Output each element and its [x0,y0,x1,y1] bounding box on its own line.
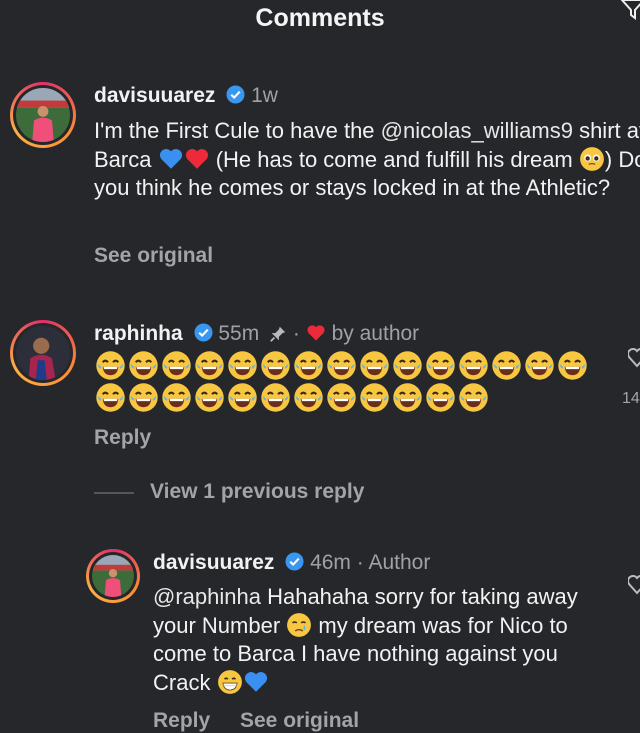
laughing-tears-emoji [161,382,192,413]
verified-badge-icon [226,85,245,104]
laughing-tears-emoji [458,350,489,381]
profile-photo [92,555,134,597]
comment-text: I'm the First Cule to have the @nicolas_… [94,118,640,200]
laughing-tears-emoji [392,350,423,381]
laughing-tears-emoji [260,382,291,413]
heart-outline-icon[interactable] [628,346,640,368]
heart-outline-icon[interactable] [628,573,640,595]
laughing-tears-emoji [227,350,258,381]
laughing-tears-emoji [392,382,423,413]
laughing-tears-emoji [293,350,324,381]
red-heart-emoji [184,146,210,172]
laughing-tears-emoji [161,350,192,381]
laughing-tears-emoji [425,382,456,413]
filter-icon[interactable] [620,0,640,20]
avatar[interactable] [10,320,76,386]
comment-timestamp: 1w [251,84,278,107]
see-original-button[interactable]: See original [240,709,359,733]
reply-button[interactable]: Reply [94,426,151,450]
username[interactable]: davisuuarez [153,551,274,574]
comment-timestamp: 46m [310,551,351,574]
laughing-tears-emoji [128,350,159,381]
crying-face-emoji [286,612,312,638]
like-count: 14 [622,390,640,407]
liked-by-author-label: by author [331,322,420,345]
mention-link[interactable]: @raphinha [153,584,261,609]
verified-badge-icon [194,323,213,342]
laughing-tears-emoji [326,382,357,413]
laughing-tears-emoji [293,382,324,413]
username[interactable]: raphinha [94,322,183,345]
pleading-face-emoji [579,146,605,172]
laughing-tears-emoji [326,350,357,381]
laughing-tears-emoji [425,350,456,381]
red-heart-icon [307,325,325,341]
comments-header: Comments [0,0,640,40]
laughing-emoji-row [95,350,590,380]
see-original-button[interactable]: See original [94,244,213,268]
author-label: Author [368,551,431,574]
laughing-tears-emoji [359,350,390,381]
profile-photo [16,326,70,380]
laughing-tears-emoji [491,350,522,381]
laughing-tears-emoji [557,350,588,381]
laughing-tears-emoji [359,382,390,413]
laughing-tears-emoji [95,350,126,381]
grinning-face-emoji [217,669,243,695]
blue-heart-emoji [243,669,269,695]
replies-divider [94,492,134,494]
blue-heart-emoji [158,146,184,172]
laughing-tears-emoji [227,382,258,413]
comment-text: @raphinha Hahahaha sorry for taking away… [153,584,578,695]
laughing-emoji-row [95,382,491,412]
reply-button[interactable]: Reply [153,709,210,733]
laughing-tears-emoji [194,350,225,381]
view-previous-replies-button[interactable]: View 1 previous reply [150,480,364,504]
username[interactable]: davisuuarez [94,84,215,107]
pin-icon [270,326,286,342]
profile-photo [16,88,70,142]
mention-link[interactable]: @nicolas_williams9 [381,118,573,143]
laughing-tears-emoji [194,382,225,413]
avatar[interactable] [86,549,140,603]
laughing-tears-emoji [458,382,489,413]
page-title: Comments [255,4,385,32]
comment-timestamp: 55m [218,322,260,345]
laughing-tears-emoji [260,350,291,381]
laughing-tears-emoji [95,382,126,413]
avatar[interactable] [10,82,76,148]
verified-badge-icon [285,552,304,571]
laughing-tears-emoji [524,350,555,381]
laughing-tears-emoji [128,382,159,413]
